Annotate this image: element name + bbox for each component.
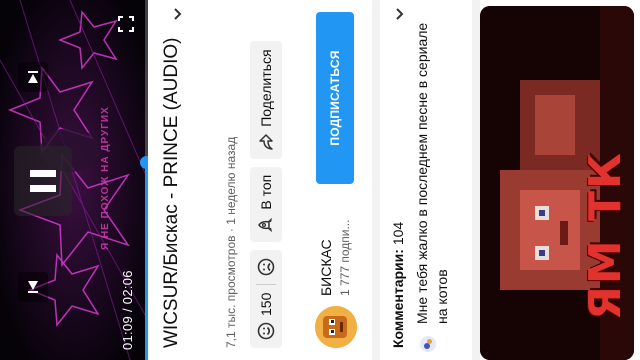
previous-button[interactable]: [18, 272, 48, 302]
rocket-icon: [257, 216, 275, 234]
duration: 02:06: [120, 270, 135, 305]
next-icon: [28, 71, 38, 83]
video-title[interactable]: WICSUR/Бискас - PRINCE (AUDIO): [160, 28, 184, 349]
dislike-button[interactable]: [250, 250, 282, 284]
phone-portrait-view: Я НЕ ПОХОЖ НА ДРУГИХ 01:09 / 02:06 WICSU…: [0, 0, 640, 360]
chevron-down-icon: [174, 8, 182, 20]
fullscreen-icon: [118, 16, 134, 32]
like-dislike-group: 150: [250, 249, 282, 348]
fullscreen-button[interactable]: [110, 8, 142, 40]
smile-icon: [257, 322, 275, 340]
comments-count: 104: [390, 221, 406, 246]
like-divider: [256, 283, 276, 285]
share-icon: [257, 133, 275, 151]
next-button[interactable]: [18, 62, 48, 92]
channel-row: БИСКАС 1 777 подпи... ПОДПИСАТЬСЯ: [300, 0, 372, 360]
previous-icon: [28, 281, 38, 293]
video-meta: 7,1 тыс. просмотров · 1 неделю назад: [224, 137, 238, 348]
action-bar: 150 В топ Поделиться: [250, 41, 282, 348]
chevron-down-icon: [396, 8, 404, 20]
progress-scrubber[interactable]: [140, 155, 148, 169]
like-count: 150: [258, 292, 274, 316]
view-count: 7,1 тыс. просмотров: [224, 235, 238, 348]
commenter-avatar-image: [420, 336, 436, 352]
channel-avatar[interactable]: [315, 306, 357, 348]
channel-name[interactable]: БИСКАС: [318, 239, 334, 296]
meta-separator: ·: [224, 224, 238, 236]
share-button[interactable]: Поделиться: [250, 41, 282, 159]
top-label: В топ: [258, 174, 274, 210]
frown-icon: [257, 258, 275, 276]
expand-comments-button[interactable]: [390, 4, 410, 24]
current-time: 01:09: [120, 315, 135, 350]
comments-header: Комментарии: 104: [390, 222, 406, 348]
video-player[interactable]: Я НЕ ПОХОЖ НА ДРУГИХ 01:09 / 02:06: [0, 0, 148, 360]
channel-avatar-image: [315, 306, 357, 348]
commenter-avatar: [420, 336, 436, 352]
comments-section[interactable]: Комментарии: 104 Мне тебя жалко в послед…: [380, 0, 472, 360]
section-divider: [372, 0, 380, 360]
top-comment-text: Мне тебя жалко в последнем песне в сериа…: [414, 22, 450, 324]
comments-label: Комментарии:: [390, 249, 406, 348]
time-separator: /: [120, 304, 135, 316]
playback-time: 01:09 / 02:06: [120, 270, 135, 350]
thumbnail-title-text: ЯМ ТК: [580, 151, 631, 320]
share-label: Поделиться: [258, 49, 274, 127]
progress-fill: [145, 162, 148, 360]
screen: Я НЕ ПОХОЖ НА ДРУГИХ 01:09 / 02:06 WICSU…: [0, 0, 640, 360]
next-video-thumbnail[interactable]: ЯМ ТК: [480, 6, 634, 360]
upload-date: 1 неделю назад: [224, 136, 238, 225]
like-button[interactable]: 150: [250, 285, 282, 348]
video-overlay-caption: Я НЕ ПОХОЖ НА ДРУГИХ: [100, 106, 111, 250]
pause-icon: [30, 170, 56, 192]
top-button[interactable]: В топ: [250, 166, 282, 242]
section-divider: [472, 0, 480, 360]
pause-button[interactable]: [14, 146, 72, 216]
subscribe-button[interactable]: ПОДПИСАТЬСЯ: [316, 12, 354, 184]
subscriber-count: 1 777 подпи...: [338, 219, 352, 296]
expand-description-button[interactable]: [168, 4, 188, 24]
